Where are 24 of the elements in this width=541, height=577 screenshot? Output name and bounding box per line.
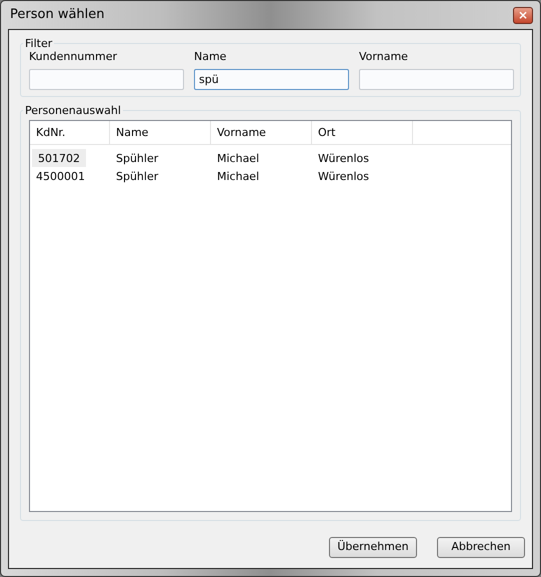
group-title: Filter	[24, 38, 54, 49]
column-header[interactable]: Ort	[312, 120, 413, 144]
table-cell[interactable]: 501702	[32, 148, 86, 166]
cancel-button[interactable]: Abbrechen	[437, 537, 525, 558]
field-label: Kundennummer	[29, 49, 118, 65]
field-label: Name	[194, 49, 228, 65]
table-cell-text: Würenlos	[317, 168, 370, 184]
table-cell[interactable]: 4500001	[32, 166, 110, 184]
column-header[interactable]: Name	[110, 120, 211, 144]
window-title: Person wählen	[9, 6, 105, 24]
table-cell-text: Michael	[216, 150, 260, 166]
column-header[interactable]: KdNr.	[30, 120, 110, 144]
field-label: Vorname	[359, 49, 409, 65]
apply-button[interactable]: Übernehmen	[329, 537, 417, 558]
table-cell-text: Michael	[216, 168, 260, 184]
input-field[interactable]: spü	[194, 68, 349, 90]
column-header[interactable]: Vorname	[211, 120, 312, 144]
table-cell-text: Würenlos	[317, 150, 370, 166]
table-cell-text: Spühler	[115, 168, 160, 184]
input-field[interactable]	[359, 68, 514, 90]
input-field[interactable]	[29, 68, 184, 90]
person-list[interactable]: KdNr. Name Vorname Ort 501702 Spühler Michael Würenlos 4500001 Spühler Michael Würenlos	[29, 120, 512, 512]
table-cell-text: Spühler	[115, 150, 160, 166]
group-title: Personenauswahl	[24, 104, 122, 116]
